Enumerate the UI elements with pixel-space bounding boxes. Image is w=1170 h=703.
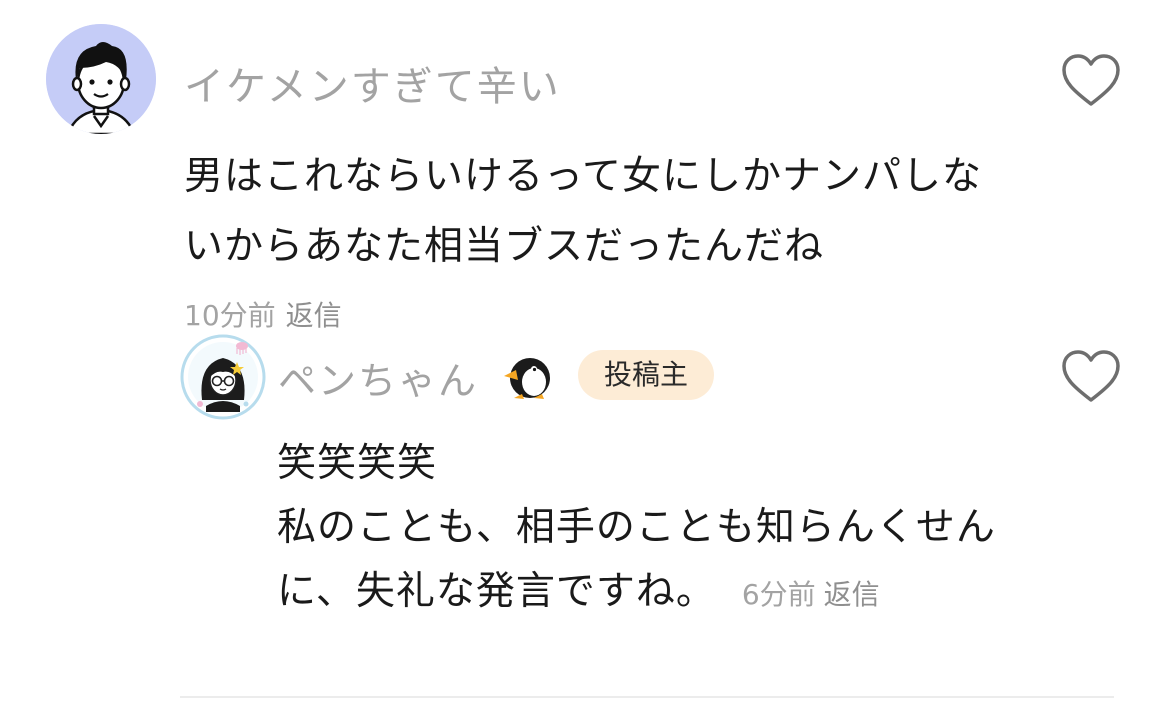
reply-body-line: に、失礼な発言ですね。 (277, 569, 716, 614)
reply-avatar[interactable] (180, 334, 266, 420)
comment-timestamp: 10分前 (184, 299, 276, 332)
reply-button[interactable]: 返信 (824, 578, 880, 611)
comment-username[interactable]: イケメンすぎて辛い (184, 54, 561, 112)
reply-username[interactable]: ペンちゃん (278, 350, 478, 405)
reply-timestamp: 6分前 (741, 578, 816, 611)
heart-outline-icon[interactable] (1060, 52, 1122, 108)
avatar[interactable] (46, 24, 156, 134)
reply-button[interactable]: 返信 (286, 299, 342, 332)
reply-body-line: 私のことも、相手のことも知らんくせん (277, 505, 996, 550)
reply-meta: 6分前 返信 (742, 578, 880, 611)
heart-outline-icon[interactable] (1060, 348, 1122, 404)
comment-body-line: いからあなた相当ブスだったんだね (184, 224, 825, 269)
man-avatar-icon (46, 24, 156, 134)
comment-body: 男はこれならいけるって女にしかナンパしな いからあなた相当ブスだったんだね (184, 142, 1114, 282)
comment-meta: 10分前 返信 (184, 294, 342, 334)
comment-body-line: 男はこれならいけるって女にしかナンパしな (184, 154, 983, 199)
penguin-icon (500, 352, 558, 400)
woman-glasses-avatar-icon (180, 334, 266, 420)
divider (180, 696, 1114, 698)
reply-body: 笑笑笑笑 私のことも、相手のことも知らんくせん に、失礼な発言ですね。 6分前 返信 (277, 432, 1107, 627)
comment-thread: イケメンすぎて辛い 男はこれならいけるって女にしかナンパしな いからあなた相当ブ… (0, 0, 1170, 703)
reply-body-line: 笑笑笑笑 (277, 441, 438, 486)
original-poster-badge: 投稿主 (578, 350, 714, 400)
reply-body-last-line: に、失礼な発言ですね。 6分前 返信 (277, 560, 1107, 627)
